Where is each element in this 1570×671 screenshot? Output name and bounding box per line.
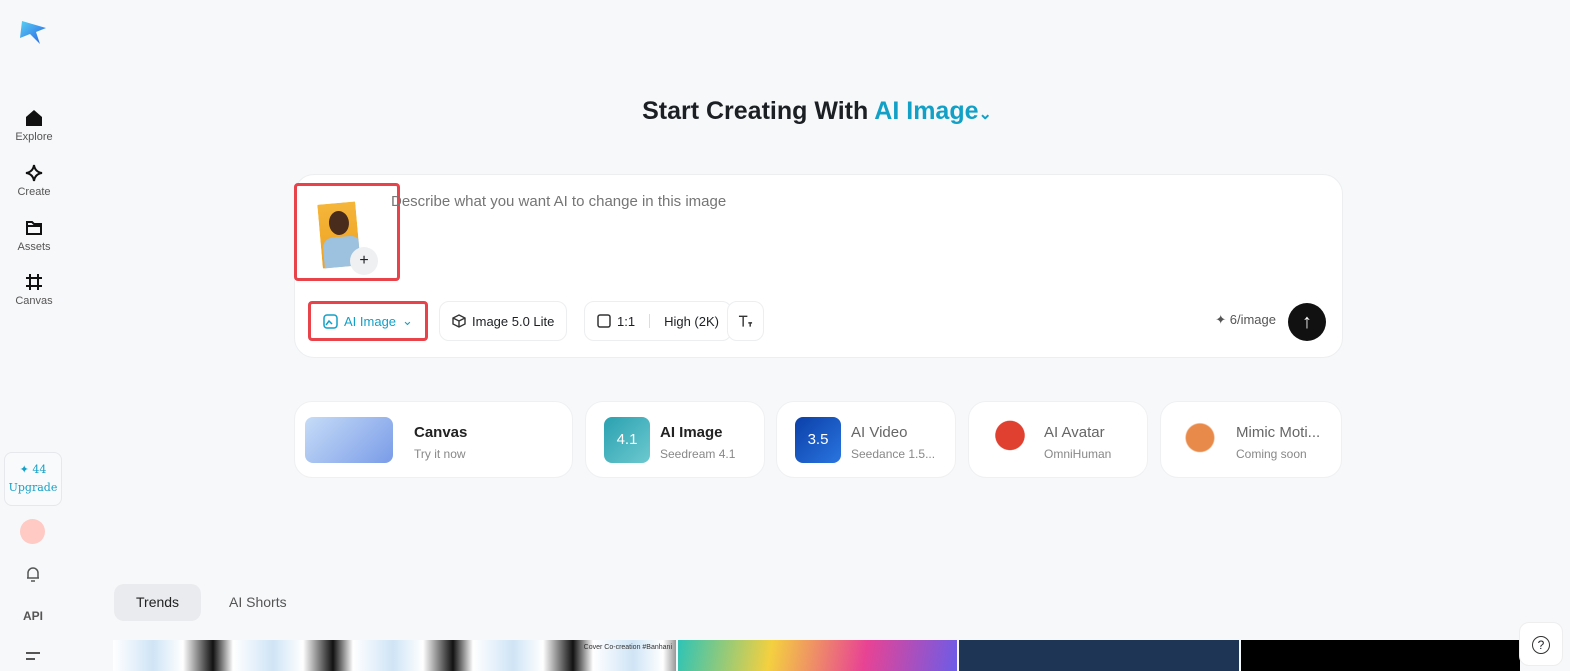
canvas-thumbnail [305,417,393,463]
title-text: Start Creating With [642,97,869,125]
ai-avatar-thumbnail [987,417,1033,463]
card-subtitle: Seedream 4.1 [660,447,736,461]
avatar[interactable] [20,519,45,544]
sidebar-item-canvas[interactable]: Canvas [0,272,68,307]
api-link[interactable]: API [0,609,66,623]
upgrade-label: Upgrade [8,481,58,494]
gallery-item[interactable] [1241,640,1520,671]
cube-icon [452,314,466,328]
folder-icon [26,221,42,235]
upgrade-button[interactable]: ✦ 44 Upgrade [4,452,62,506]
ai-image-thumbnail: 4.1 [604,417,650,463]
bell-icon[interactable] [24,565,42,583]
sidebar-item-create[interactable]: Create [0,163,68,198]
page-title: Start Creating With AI Image⌄ [0,97,1570,126]
add-image-button[interactable]: + [350,247,378,275]
ratio-label: 1:1 [617,313,636,329]
chevron-down-icon: ⌄ [402,313,413,328]
card-title: AI Image [660,424,723,441]
chevron-down-icon: ⌄ [978,106,992,123]
card-title: AI Avatar [1044,424,1105,441]
text-style-button[interactable] [727,301,764,341]
menu-icon[interactable] [25,651,41,665]
card-subtitle: OmniHuman [1044,447,1112,461]
mimic-motion-thumbnail [1177,417,1223,463]
nav-label: Create [17,186,51,198]
reference-image-upload[interactable]: + [294,183,400,281]
send-button[interactable]: ↑ [1288,303,1326,341]
nav-label: Canvas [15,295,53,307]
ai-video-thumbnail: 3.5 [795,417,841,463]
gallery-item[interactable] [959,640,1239,671]
diamond-icon [25,164,43,182]
prompt-input[interactable] [391,193,1291,210]
card-mimic-motion[interactable]: Mimic Moti... Coming soon [1160,401,1342,478]
mode-dropdown[interactable]: AI Image⌄ [874,97,992,125]
card-title: Mimic Moti... [1236,424,1321,441]
card-ai-avatar[interactable]: AI Avatar OmniHuman [968,401,1148,478]
card-ai-image[interactable]: 4.1 AI Image Seedream 4.1 [585,401,765,478]
card-ai-video[interactable]: 3.5 AI Video Seedance 1.5... [776,401,956,478]
quality-label: High (2K) [664,313,719,329]
gallery-item[interactable]: Cover Co-creation #Banhani [113,640,676,671]
image-icon [323,313,338,329]
nav-label: Explore [15,131,53,143]
gallery-item[interactable] [678,640,957,671]
mode-label: AI Image [874,97,979,125]
card-subtitle: Try it now [414,447,466,461]
tab-ai-shorts[interactable]: AI Shorts [213,584,303,621]
mode-select[interactable]: AI Image ⌄ [308,301,428,341]
sidebar-item-assets[interactable]: Assets [0,218,68,253]
prompt-box: + AI Image ⌄ Image 5.0 Lite 1:1 High (2K)… [294,174,1343,358]
card-subtitle: Seedance 1.5... [851,447,936,461]
card-title: AI Video [851,424,908,441]
logo-icon[interactable] [18,18,48,46]
card-canvas[interactable]: Canvas Try it now [294,401,573,478]
square-icon [597,314,611,328]
mode-label: AI Image [344,313,397,329]
model-label: Image 5.0 Lite [472,313,555,329]
help-icon: ? [1532,636,1550,654]
credit-cost: ✦ 6/image [1215,312,1276,327]
help-button[interactable]: ? [1519,622,1563,666]
tab-trends[interactable]: Trends [114,584,202,621]
model-select[interactable]: Image 5.0 Lite [439,301,568,341]
card-title: Canvas [414,424,468,441]
gallery-caption: Cover Co-creation #Banhani [583,644,672,651]
canvas-icon [26,274,42,290]
ratio-quality-select[interactable]: 1:1 High (2K) [584,301,732,341]
text-icon [738,315,753,327]
card-subtitle: Coming soon [1236,447,1307,461]
credits-count: ✦ 44 [19,463,47,476]
nav-label: Assets [17,241,51,253]
